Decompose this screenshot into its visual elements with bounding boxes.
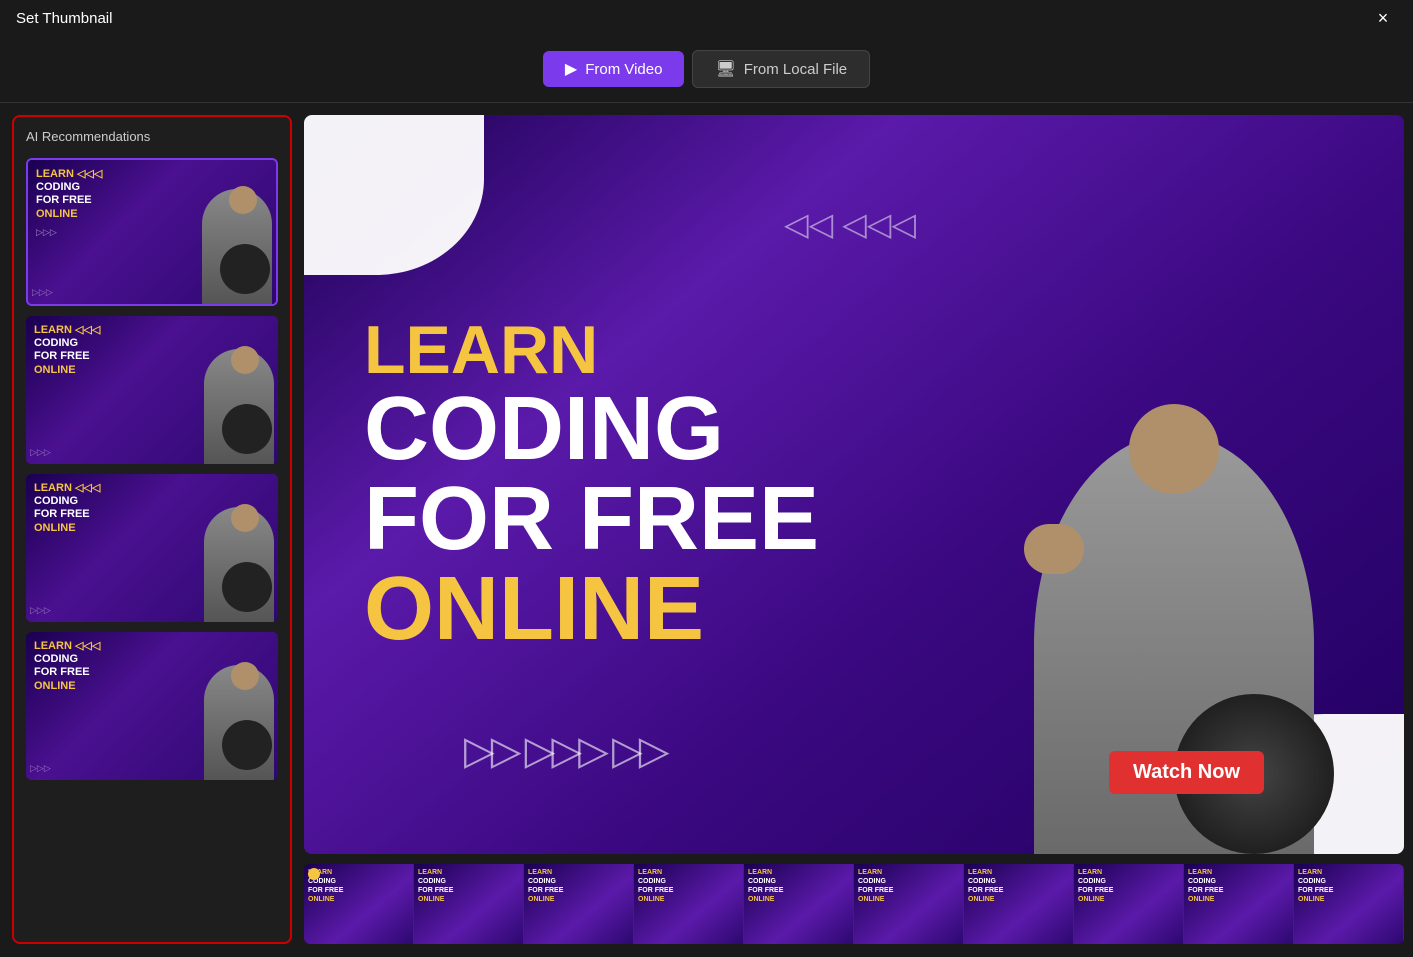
person-silhouette-4 bbox=[194, 632, 274, 780]
tab-bar: ▶ From Video 🖥 From Local File bbox=[0, 36, 1413, 103]
blob-top-left bbox=[304, 115, 484, 275]
film-thumb-3[interactable]: LEARN CODING FOR FREE ONLINE bbox=[524, 864, 634, 944]
film-thumb-1[interactable]: LEARN CODING FOR FREE ONLINE bbox=[304, 864, 414, 944]
thumbnail-item-3[interactable]: LEARN ◁◁◁ CODING FOR FREE ONLINE ▷▷▷ bbox=[26, 474, 278, 622]
film-thumb-9[interactable]: LEARN CODING FOR FREE ONLINE bbox=[1184, 864, 1294, 944]
film-thumb-5[interactable]: LEARN CODING FOR FREE ONLINE bbox=[744, 864, 854, 944]
tab-from-video[interactable]: ▶ From Video bbox=[543, 51, 685, 87]
folder-icon: 🖥 bbox=[715, 59, 735, 79]
filmstrip-position-indicator bbox=[308, 868, 320, 880]
main-for-free-text: FOR FREE bbox=[364, 474, 819, 564]
main-learn-text: LEARN bbox=[364, 316, 819, 384]
person-silhouette-1 bbox=[192, 160, 272, 304]
main-preview: LEARN CODING FOR FREE ONLINE ◁◁ ◁◁◁ ▷▷ ▷… bbox=[304, 115, 1404, 854]
video-icon: ▶ bbox=[565, 59, 577, 79]
tab-from-local-file[interactable]: 🖥 From Local File bbox=[692, 50, 870, 88]
arrows-big: ▷▷ ▷▷▷ ▷▷ bbox=[464, 728, 666, 774]
film-thumb-8[interactable]: LEARN CODING FOR FREE ONLINE bbox=[1074, 864, 1184, 944]
thumbnail-item-4[interactable]: LEARN ◁◁◁ CODING FOR FREE ONLINE ▷▷▷ bbox=[26, 632, 278, 780]
thumbnail-item-1[interactable]: LEARN ◁◁◁ CODING FOR FREE ONLINE ▷▷▷ ▷▷▷ bbox=[26, 158, 278, 306]
arrows-top-right: ◁◁ ◁◁◁ bbox=[784, 205, 916, 243]
tab-from-local-file-label: From Local File bbox=[744, 61, 847, 78]
person-silhouette-3 bbox=[194, 474, 274, 622]
watch-now-badge: Watch Now bbox=[1109, 751, 1264, 794]
film-thumb-4[interactable]: LEARN CODING FOR FREE ONLINE bbox=[634, 864, 744, 944]
sidebar: AI Recommendations LEARN ◁◁◁ CODING FOR … bbox=[12, 115, 292, 944]
main-text-area: LEARN CODING FOR FREE ONLINE bbox=[364, 316, 819, 654]
main-preview-inner: LEARN CODING FOR FREE ONLINE ◁◁ ◁◁◁ ▷▷ ▷… bbox=[304, 115, 1404, 854]
preview-area: LEARN CODING FOR FREE ONLINE ◁◁ ◁◁◁ ▷▷ ▷… bbox=[304, 115, 1404, 944]
main-content: AI Recommendations LEARN ◁◁◁ CODING FOR … bbox=[0, 103, 1413, 956]
close-button[interactable]: × bbox=[1369, 4, 1397, 32]
film-thumb-7[interactable]: LEARN CODING FOR FREE ONLINE bbox=[964, 864, 1074, 944]
film-thumb-2[interactable]: LEARN CODING FOR FREE ONLINE bbox=[414, 864, 524, 944]
tab-from-video-label: From Video bbox=[585, 61, 662, 78]
sidebar-title: AI Recommendations bbox=[26, 129, 278, 144]
title-bar: Set Thumbnail × bbox=[0, 0, 1413, 36]
main-coding-text: CODING bbox=[364, 384, 819, 474]
thumbnail-item-2[interactable]: LEARN ◁◁◁ CODING FOR FREE ONLINE ▷▷▷ bbox=[26, 316, 278, 464]
film-thumb-10[interactable]: LEARN CODING FOR FREE ONLINE bbox=[1294, 864, 1404, 944]
person-silhouette-2 bbox=[194, 316, 274, 464]
window-title: Set Thumbnail bbox=[16, 10, 112, 27]
film-thumb-6[interactable]: LEARN CODING FOR FREE ONLINE bbox=[854, 864, 964, 944]
filmstrip[interactable]: LEARN CODING FOR FREE ONLINE LEARN CODIN… bbox=[304, 864, 1404, 944]
main-online-text: ONLINE bbox=[364, 564, 819, 654]
